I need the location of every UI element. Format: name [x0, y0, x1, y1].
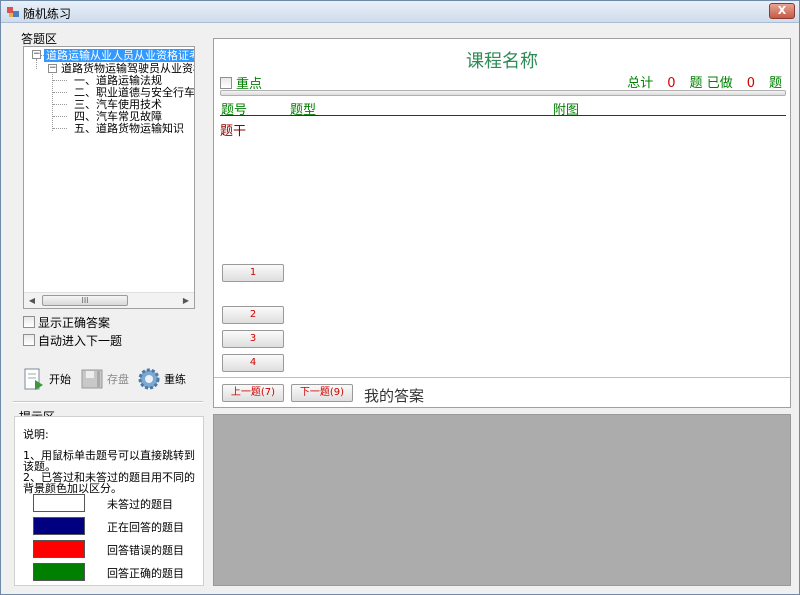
option-button-1[interactable]: 1: [222, 264, 284, 282]
legend-swatch-answering: [33, 517, 85, 535]
tree-collapse-icon[interactable]: −: [32, 50, 41, 59]
hint-line-2: 2、已答过和未答过的题目用不同的背景颜色加以区分。: [23, 471, 195, 495]
save-button[interactable]: 存盘: [79, 364, 129, 394]
hint-heading: 说明:: [23, 428, 49, 441]
nav-divider: [214, 377, 790, 378]
done-label: 已做: [706, 76, 733, 91]
scroll-right-icon[interactable]: ▶: [178, 293, 194, 308]
done-count: 0: [746, 76, 755, 91]
save-label: 存盘: [107, 373, 129, 386]
question-stem: 题干: [220, 124, 247, 139]
gear-icon: [138, 368, 160, 390]
total-count: 0: [667, 76, 676, 91]
tree-node-root[interactable]: 道路运输从业人员从业资格证考试: [44, 49, 194, 62]
auto-next-checkbox[interactable]: [23, 334, 35, 346]
legend-label-unanswered: 未答过的题目: [107, 498, 173, 511]
scroll-left-icon[interactable]: ◀: [24, 293, 40, 308]
course-tree[interactable]: − 道路运输从业人员从业资格证考试 − 道路货物运输驾驶员从业资格 一、道路运输…: [23, 46, 195, 309]
close-button[interactable]: X: [769, 3, 795, 19]
start-icon: [24, 368, 43, 390]
tree-collapse-icon[interactable]: −: [48, 64, 57, 73]
hint-line-1: 1、用鼠标单击题号可以直接跳转到该题。: [23, 449, 195, 473]
course-title: 课程名称: [466, 51, 538, 72]
answer-area-label: 答题区: [21, 32, 58, 46]
redo-label: 重练: [164, 373, 186, 386]
auto-next-option[interactable]: 自动进入下一题: [23, 333, 123, 348]
total-unit: 题: [689, 76, 703, 91]
title-bar: 随机练习 X: [1, 1, 799, 23]
tree-line: [53, 116, 67, 117]
legend-swatch-correct: [33, 563, 85, 581]
auto-next-label: 自动进入下一题: [38, 333, 123, 348]
header-divider: [220, 115, 786, 116]
show-answer-checkbox[interactable]: [23, 316, 35, 328]
tree-line: [53, 92, 67, 93]
legend-swatch-wrong: [33, 540, 85, 558]
window-title: 随机练习: [23, 7, 72, 21]
done-unit: 题: [768, 76, 782, 91]
left-toolbar: 开始 存盘 重练: [21, 364, 196, 394]
progress-bar: [220, 90, 786, 96]
show-answer-option[interactable]: 显示正确答案: [23, 315, 111, 330]
legend-label-wrong: 回答错误的题目: [107, 544, 184, 557]
tree-line: [53, 104, 67, 105]
tree-node-item[interactable]: 五、道路货物运输知识: [74, 122, 184, 135]
redo-button[interactable]: 重练: [136, 364, 186, 394]
tree-line: [53, 128, 67, 129]
my-answer-label: 我的答案: [364, 387, 425, 405]
option-button-2[interactable]: 2: [222, 306, 284, 324]
start-button[interactable]: 开始: [21, 364, 71, 394]
option-button-4[interactable]: 4: [222, 354, 284, 372]
save-icon: [81, 369, 103, 389]
total-label: 总计: [627, 76, 654, 91]
app-icon: [7, 7, 19, 17]
legend-label-correct: 回答正确的题目: [107, 567, 184, 580]
left-divider: [13, 401, 203, 403]
tree-line: [36, 59, 37, 69]
start-label: 开始: [49, 373, 71, 386]
show-answer-label: 显示正确答案: [38, 315, 111, 330]
hint-panel: 说明: 1、用鼠标单击题号可以直接跳转到该题。 2、已答过和未答过的题目用不同的…: [14, 416, 204, 586]
option-button-3[interactable]: 3: [222, 330, 284, 348]
tree-line: [53, 80, 67, 81]
question-stats: 总计 0 题 已做 0 题: [627, 72, 782, 91]
prev-question-button[interactable]: 上一题(7): [222, 384, 284, 402]
figure-area: [213, 414, 791, 586]
legend-swatch-unanswered: [33, 494, 85, 512]
app-window: 随机练习 X 答题区 − 道路运输从业人员从业资格证考试 − 道路货物运输驾驶员…: [0, 0, 800, 595]
next-question-button[interactable]: 下一题(9): [291, 384, 353, 402]
scroll-thumb[interactable]: III: [42, 295, 128, 306]
legend-label-answering: 正在回答的题目: [107, 521, 184, 534]
question-panel: 课程名称 重点 总计 0 题 已做 0 题 题号 题型 附图 题干 1 2 3 …: [213, 38, 791, 408]
key-point-checkbox[interactable]: [220, 76, 232, 89]
tree-horizontal-scrollbar[interactable]: ◀ III ▶: [24, 292, 194, 308]
